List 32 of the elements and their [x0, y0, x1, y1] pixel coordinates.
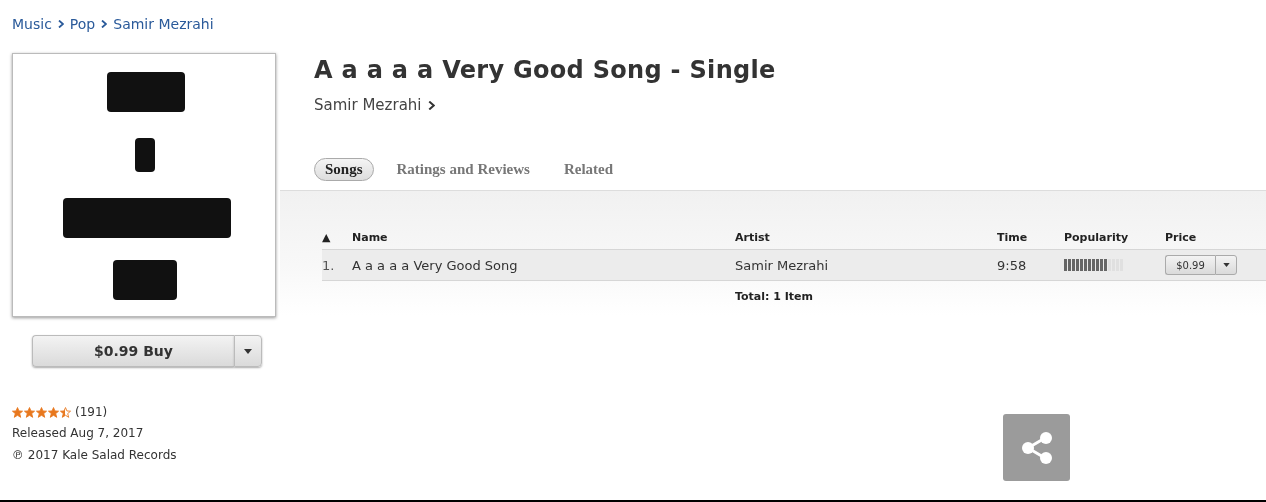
- buy-button[interactable]: $0.99 Buy: [32, 335, 234, 367]
- breadcrumb-link[interactable]: Samir Mezrahi: [113, 16, 214, 32]
- caret-icon: [1222, 263, 1230, 267]
- tab[interactable]: Related: [552, 157, 625, 181]
- release-date: Released Aug 7, 2017: [12, 425, 145, 442]
- chevron-icon: [101, 20, 108, 28]
- dropdown-button[interactable]: [1215, 255, 1237, 275]
- column-header[interactable]: Popularity: [1064, 230, 1165, 244]
- copyright-text: ℗ 2017 Kale Salad Records: [12, 447, 178, 464]
- track-name: A a a a a Very Good Song: [352, 257, 519, 273]
- column-header[interactable]: Name: [352, 230, 735, 244]
- column-header[interactable]: Artist: [735, 230, 997, 244]
- track-time: 9:58: [997, 257, 1028, 273]
- column-header[interactable]: Time: [997, 230, 1064, 244]
- chevron-icon: [427, 100, 435, 110]
- album-title: A a a a a Very Good Song - Single: [314, 56, 777, 86]
- track-artist: Samir Mezrahi: [735, 257, 830, 273]
- dropdown-button[interactable]: [234, 335, 262, 367]
- price-button[interactable]: $0.99: [1165, 255, 1215, 275]
- chevron-icon: [57, 20, 64, 28]
- tab[interactable]: Ratings and Reviews: [385, 157, 541, 181]
- tab[interactable]: Songs: [314, 157, 374, 181]
- track-number: 1.: [322, 257, 336, 273]
- caret-icon: [244, 348, 252, 354]
- column-header[interactable]: ▲: [322, 230, 352, 244]
- share-button[interactable]: [1003, 414, 1070, 481]
- rating-count: (191): [75, 405, 108, 419]
- artist-link[interactable]: Samir Mezrahi: [314, 96, 422, 114]
- column-header[interactable]: Price: [1165, 230, 1265, 244]
- breadcrumb-link[interactable]: Pop: [69, 16, 96, 32]
- total-count: Total: 1 Item: [735, 289, 815, 303]
- breadcrumb-link[interactable]: Music: [12, 16, 52, 32]
